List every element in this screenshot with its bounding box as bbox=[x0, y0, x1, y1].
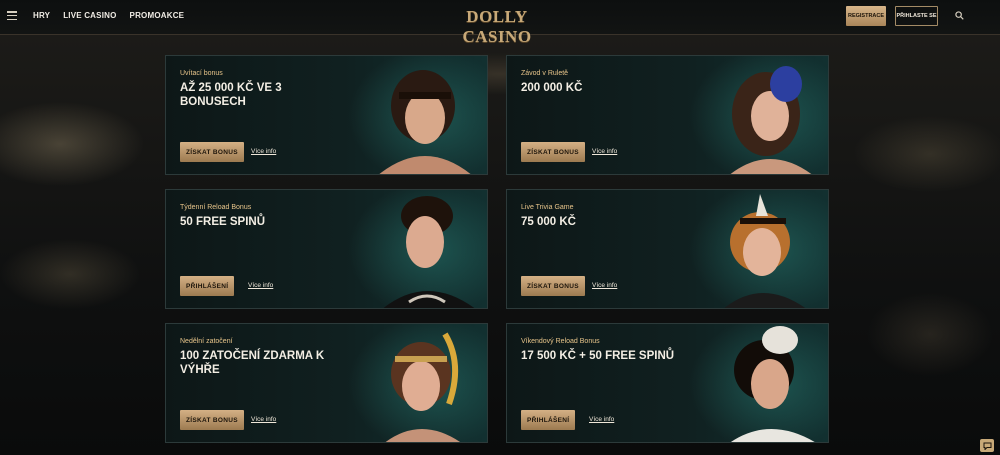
logo[interactable]: DOLLY CASINO bbox=[444, 7, 550, 47]
promo-card: Nedělní zatočení 100 ZATOČENÍ ZDARMA K V… bbox=[165, 323, 488, 443]
more-info-link[interactable]: Více info bbox=[251, 416, 276, 423]
promo-subtitle: Víkendový Reload Bonus bbox=[521, 338, 600, 345]
promo-subtitle: Závod v Ruletě bbox=[521, 70, 569, 77]
promo-portrait-image bbox=[731, 326, 815, 442]
promo-cta-button[interactable]: ZÍSKAT BONUS bbox=[180, 410, 244, 430]
promo-portrait-image bbox=[383, 196, 475, 308]
promo-cta-button[interactable]: PŘIHLÁŠENÍ bbox=[521, 410, 576, 430]
chat-bubble-icon bbox=[983, 442, 991, 450]
promo-card: Uvítací bonus AŽ 25 000 KČ VE 3 BONUSECH… bbox=[165, 55, 488, 175]
search-icon[interactable] bbox=[955, 11, 964, 20]
register-button[interactable]: REGISTRACE bbox=[846, 6, 886, 26]
promo-title: 50 FREE SPINŮ bbox=[180, 216, 265, 228]
more-info-link[interactable]: Více info bbox=[589, 416, 614, 423]
promo-portrait-image bbox=[724, 194, 806, 308]
nav-promoakce[interactable]: PROMOAKCE bbox=[130, 11, 185, 20]
promo-portrait-image bbox=[385, 332, 460, 442]
promo-portrait-image bbox=[730, 66, 812, 174]
promo-cta-button[interactable]: ZÍSKAT BONUS bbox=[180, 142, 244, 162]
more-info-link[interactable]: Více info bbox=[251, 148, 276, 155]
promo-card: Závod v Ruletě 200 000 KČ ZÍSKAT BONUS V… bbox=[506, 55, 829, 175]
promo-card: Víkendový Reload Bonus 17 500 KČ + 50 FR… bbox=[506, 323, 829, 443]
promo-title: AŽ 25 000 KČ VE 3 BONUSECH bbox=[180, 82, 282, 108]
promo-subtitle: Live Trivia Game bbox=[521, 204, 574, 211]
promo-portrait-image bbox=[379, 70, 471, 174]
promo-subtitle: Týdenní Reload Bonus bbox=[180, 204, 252, 211]
more-info-link[interactable]: Více info bbox=[592, 148, 617, 155]
background bbox=[0, 34, 1000, 455]
nav-live-casino[interactable]: LIVE CASINO bbox=[63, 11, 116, 20]
promo-title: 200 000 KČ bbox=[521, 82, 583, 94]
chat-icon[interactable] bbox=[980, 439, 994, 452]
promo-cta-button[interactable]: ZÍSKAT BONUS bbox=[521, 142, 585, 162]
login-button[interactable]: PŘIHLASTE SE bbox=[895, 6, 938, 26]
promo-cta-button[interactable]: ZÍSKAT BONUS bbox=[521, 276, 585, 296]
promo-subtitle: Uvítací bonus bbox=[180, 70, 223, 77]
promo-card: Týdenní Reload Bonus 50 FREE SPINŮ PŘIHL… bbox=[165, 189, 488, 309]
header: HRY LIVE CASINO PROMOAKCE DOLLY CASINO R… bbox=[0, 0, 1000, 46]
promo-card: Live Trivia Game 75 000 KČ ZÍSKAT BONUS … bbox=[506, 189, 829, 309]
promo-title: 17 500 KČ + 50 FREE SPINŮ bbox=[521, 350, 675, 362]
promo-title: 100 ZATOČENÍ ZDARMA K VÝHŘE bbox=[180, 350, 325, 376]
promo-title: 75 000 KČ bbox=[521, 216, 576, 228]
nav-hry[interactable]: HRY bbox=[33, 11, 50, 20]
promo-cta-button[interactable]: PŘIHLÁŠENÍ bbox=[180, 276, 235, 296]
main-nav: HRY LIVE CASINO PROMOAKCE bbox=[33, 11, 184, 20]
hamburger-icon[interactable] bbox=[7, 11, 17, 21]
more-info-link[interactable]: Více info bbox=[592, 282, 617, 289]
promo-subtitle: Nedělní zatočení bbox=[180, 338, 233, 345]
more-info-link[interactable]: Více info bbox=[248, 282, 273, 289]
